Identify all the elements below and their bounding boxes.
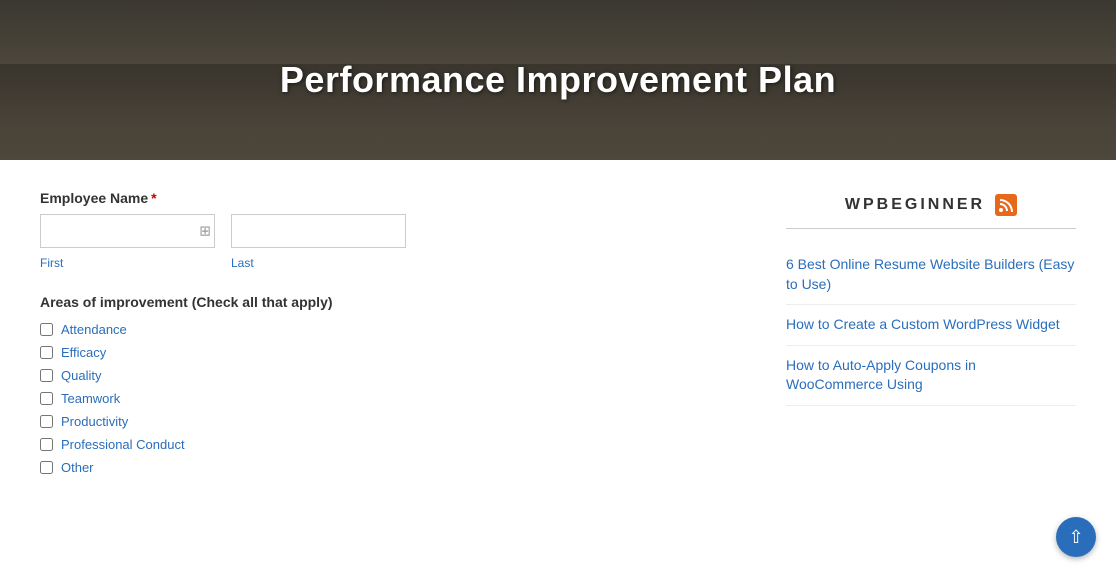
checkbox-productivity-input[interactable] <box>40 415 53 428</box>
hero-banner: Performance Improvement Plan <box>0 0 1116 160</box>
checkbox-productivity: Productivity <box>40 414 746 429</box>
main-content: Employee Name* ⊞ First Last Areas of imp… <box>0 160 1116 503</box>
checkbox-quality-label[interactable]: Quality <box>61 368 101 383</box>
employee-name-label: Employee Name* <box>40 190 746 206</box>
areas-group-label: Areas of improvement (Check all that app… <box>40 294 746 310</box>
sidebar-links: 6 Best Online Resume Website Builders (E… <box>786 245 1076 406</box>
sidebar-link-item: How to Auto-Apply Coupons in WooCommerce… <box>786 346 1076 406</box>
first-label: First <box>40 256 215 270</box>
checkbox-professional-conduct-input[interactable] <box>40 438 53 451</box>
name-sublabels: First Last <box>40 252 746 270</box>
checkbox-other-label[interactable]: Other <box>61 460 94 475</box>
sidebar-title: WPBEGINNER <box>845 196 985 214</box>
checkbox-attendance-label[interactable]: Attendance <box>61 322 127 337</box>
checkbox-quality: Quality <box>40 368 746 383</box>
checkbox-professional-conduct: Professional Conduct <box>40 437 746 452</box>
sidebar-link-item: How to Create a Custom WordPress Widget <box>786 305 1076 346</box>
checkbox-professional-conduct-label[interactable]: Professional Conduct <box>61 437 185 452</box>
last-label: Last <box>231 256 406 270</box>
checkbox-other-input[interactable] <box>40 461 53 474</box>
sidebar-link-widget[interactable]: How to Create a Custom WordPress Widget <box>786 316 1060 332</box>
scroll-to-top-button[interactable]: ⇧ <box>1056 517 1096 557</box>
rss-icon[interactable] <box>995 194 1017 216</box>
rss-svg <box>999 198 1013 212</box>
first-name-wrapper: ⊞ <box>40 214 215 248</box>
checkbox-productivity-label[interactable]: Productivity <box>61 414 128 429</box>
sidebar: WPBEGINNER 6 Best Online Resume Website … <box>786 190 1076 483</box>
page-title: Performance Improvement Plan <box>280 59 836 101</box>
sidebar-link-item: 6 Best Online Resume Website Builders (E… <box>786 245 1076 305</box>
last-name-wrapper <box>231 214 406 248</box>
sidebar-link-resume[interactable]: 6 Best Online Resume Website Builders (E… <box>786 256 1074 292</box>
checkbox-other: Other <box>40 460 746 475</box>
first-name-input[interactable] <box>40 214 215 248</box>
form-area: Employee Name* ⊞ First Last Areas of imp… <box>40 190 746 483</box>
checkbox-attendance: Attendance <box>40 322 746 337</box>
sidebar-link-coupons[interactable]: How to Auto-Apply Coupons in WooCommerce… <box>786 357 976 393</box>
checkbox-efficacy-input[interactable] <box>40 346 53 359</box>
checkbox-quality-input[interactable] <box>40 369 53 382</box>
checkbox-teamwork-input[interactable] <box>40 392 53 405</box>
name-inputs-row: ⊞ <box>40 214 746 248</box>
checkbox-efficacy-label[interactable]: Efficacy <box>61 345 106 360</box>
checkbox-attendance-input[interactable] <box>40 323 53 336</box>
employee-name-field: Employee Name* ⊞ First Last <box>40 190 746 270</box>
checkbox-teamwork-label[interactable]: Teamwork <box>61 391 120 406</box>
required-marker: * <box>151 190 156 206</box>
last-name-input[interactable] <box>231 214 406 248</box>
checkbox-teamwork: Teamwork <box>40 391 746 406</box>
sidebar-header: WPBEGINNER <box>786 194 1076 229</box>
checkbox-efficacy: Efficacy <box>40 345 746 360</box>
areas-of-improvement-group: Areas of improvement (Check all that app… <box>40 294 746 475</box>
